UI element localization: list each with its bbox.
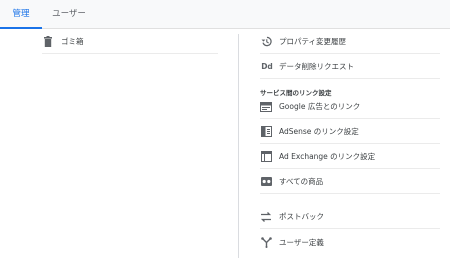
all-products-link[interactable]: すべての商品 [260,170,440,194]
postbacks-label: ポストバック [279,212,324,221]
custom-definitions-icon [260,236,272,248]
all-products-icon [260,176,272,188]
postbacks-link[interactable]: ポストバック [260,205,440,229]
tab-users[interactable]: ユーザー [44,0,94,28]
history-icon [260,36,272,48]
trash-label: ゴミ箱 [61,37,84,46]
postback-icon [260,211,272,223]
ad-exchange-linking-label: Ad Exchange のリンク設定 [279,152,376,161]
dd-icon: Dd [261,61,273,71]
trash-link[interactable]: ゴミ箱 [42,30,218,54]
tab-bar: 管理 ユーザー [0,0,450,29]
custom-definitions-link[interactable]: ユーザー定義 [260,230,440,254]
property-change-history-link[interactable]: プロパティ変更履歴 [260,30,440,54]
google-ads-linking-link[interactable]: Google 広告とのリンク [260,95,440,119]
google-ads-icon [260,101,272,113]
property-change-history-label: プロパティ変更履歴 [279,37,347,46]
adsense-linking-label: AdSense のリンク設定 [279,127,359,136]
all-products-label: すべての商品 [279,177,324,186]
adsense-icon [260,126,272,138]
data-deletion-request-link[interactable]: Dd データ削除リクエスト [260,55,440,79]
adsense-linking-link[interactable]: AdSense のリンク設定 [260,120,440,144]
ad-exchange-linking-link[interactable]: Ad Exchange のリンク設定 [260,145,440,169]
data-deletion-request-label: データ削除リクエスト [279,62,354,71]
custom-definitions-label: ユーザー定義 [279,237,324,247]
ad-exchange-icon [260,151,272,163]
column-divider [238,34,239,258]
google-ads-linking-label: Google 広告とのリンク [279,102,361,111]
tab-admin[interactable]: 管理 [0,0,42,29]
trash-icon [42,36,54,48]
